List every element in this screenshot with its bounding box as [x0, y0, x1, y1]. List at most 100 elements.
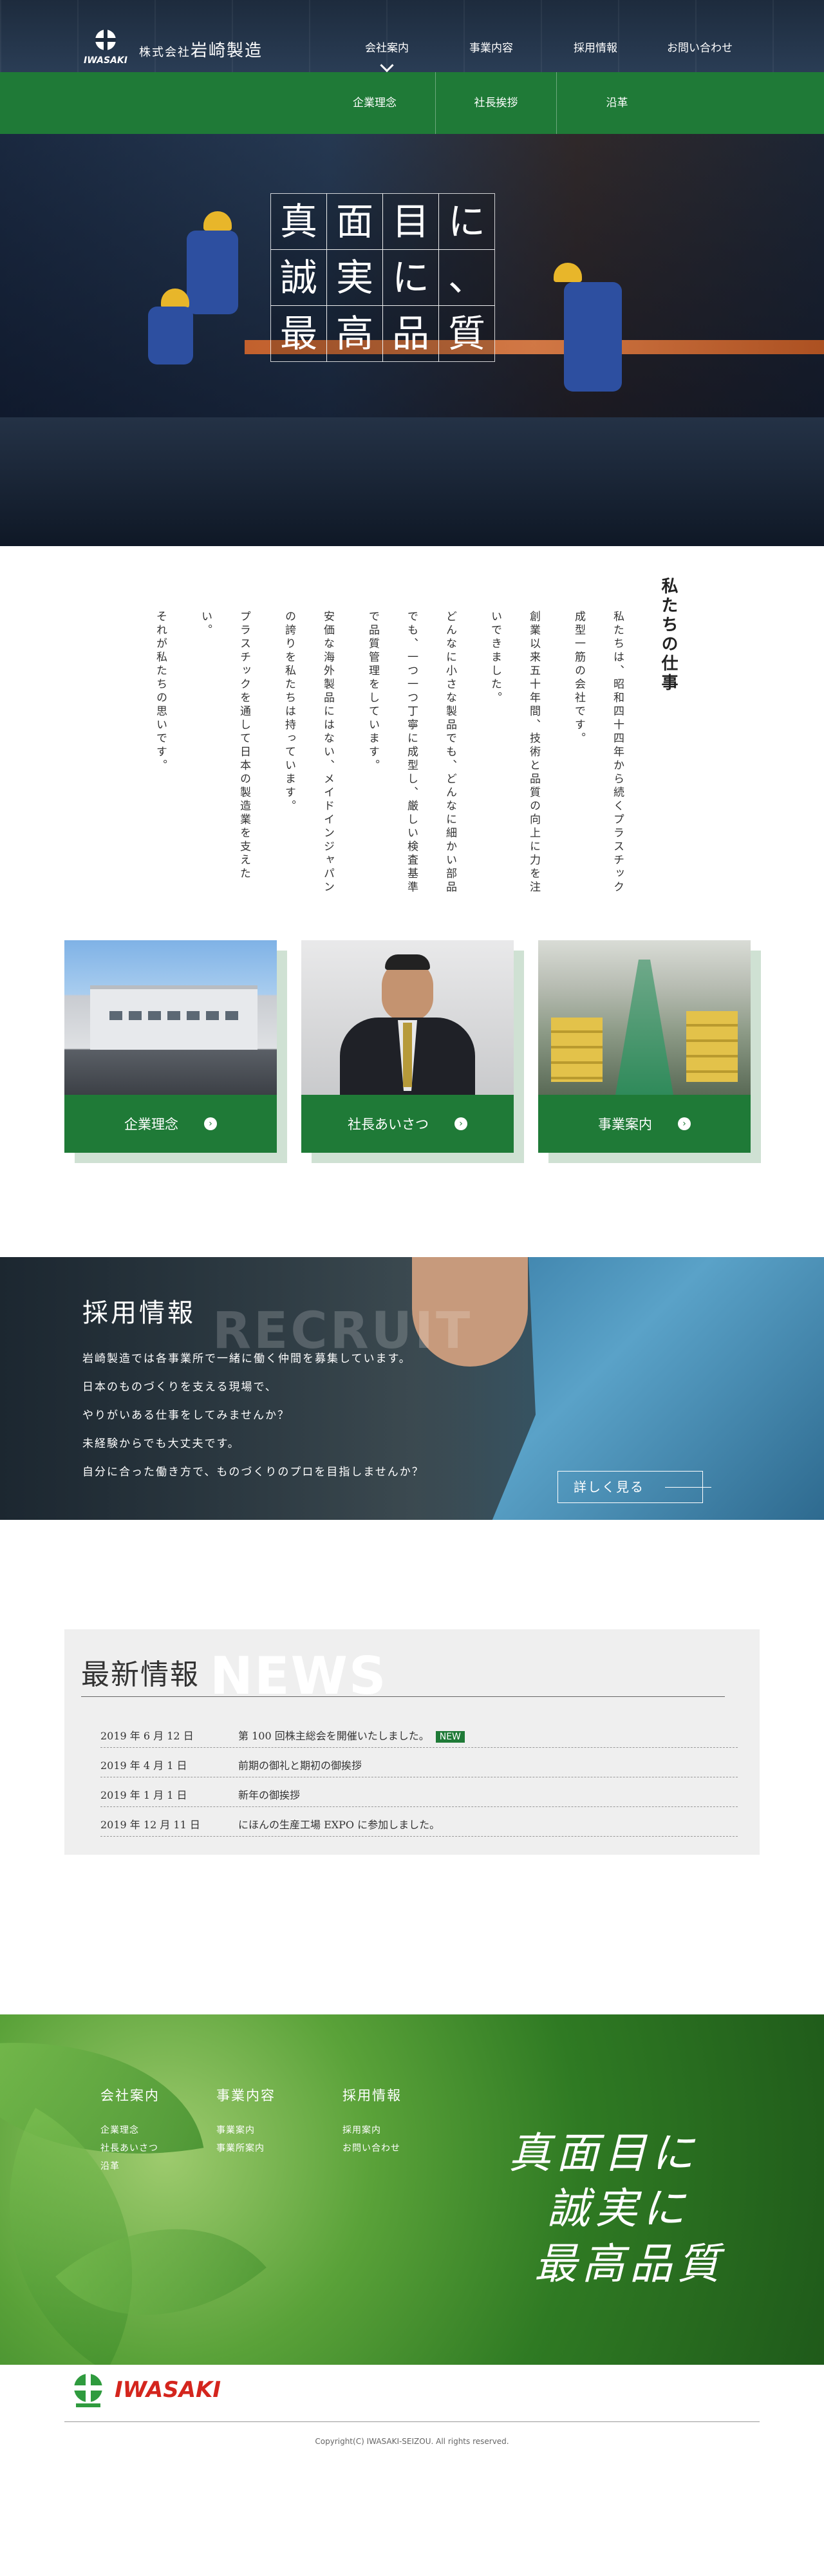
footer-logo-text: IWASAKI — [115, 2377, 221, 2403]
footer-link[interactable]: お問い合わせ — [342, 2139, 402, 2157]
news-item[interactable]: 2019 年 1 月 1 日 新年の御挨拶 — [100, 1777, 738, 1807]
company-subnav: 企業理念 社長挨拶 沿革 — [0, 72, 824, 134]
header: IWASAKI 株式会社岩崎製造 会社案内 事業内容 採用情報 お問い合わせ — [0, 0, 824, 72]
hero-char: に — [438, 193, 495, 250]
recruit-line: 未経験からでも大丈夫です。 — [82, 1437, 240, 1450]
footer-link[interactable]: 沿革 — [100, 2157, 160, 2175]
president-image — [301, 940, 514, 1095]
footer-link[interactable]: 事業所案内 — [216, 2139, 276, 2157]
logo-mark-icon — [74, 2372, 102, 2407]
arrow-circle-icon: › — [678, 1117, 691, 1130]
news-item[interactable]: 2019 年 12 月 11 日 にほんの生産工場 EXPO に参加しました。 — [100, 1807, 738, 1837]
news-date: 2019 年 4 月 1 日 — [100, 1759, 187, 1772]
nav-recruit[interactable]: 採用情報 — [543, 39, 648, 55]
card-label: 企業理念 — [124, 1117, 178, 1132]
news-text: 前期の御礼と期初の御挨拶 — [238, 1759, 362, 1772]
copyright: Copyright(C) IWASAKI-SEIZOU. All rights … — [315, 2437, 509, 2446]
recruit-line: 日本のものづくりを支える現場で、 — [82, 1381, 277, 1394]
work-text-line: の誇りを私たちは持っています。 — [283, 611, 295, 813]
recruit-text: 岩崎製造では各事業所で一緒に働く仲間を募集しています。 日本のものづくりを支える… — [82, 1345, 424, 1486]
footer-handwriting-line: 誠実に — [547, 2184, 690, 2233]
hero-char: 実 — [326, 249, 383, 306]
footer-divider — [64, 2421, 760, 2422]
recruit-more-button[interactable]: 詳しく見る — [557, 1471, 711, 1503]
footer-banner — [0, 2014, 824, 2365]
footer-col-company: 会社案内 企業理念 社長あいさつ 沿革 — [100, 2085, 160, 2175]
arrow-circle-icon: › — [204, 1117, 217, 1130]
recruit-line: 岩崎製造では各事業所で一緒に働く仲間を募集しています。 — [82, 1352, 411, 1365]
nav-business[interactable]: 事業内容 — [439, 39, 543, 55]
footer-handwriting-line: 最高品質 — [534, 2239, 725, 2289]
news-item[interactable]: 2019 年 4 月 1 日 前期の御礼と期初の御挨拶 — [100, 1748, 738, 1777]
work-text-line: い。 — [199, 611, 212, 638]
work-text-line: でも、一つ一つ丁寧に成型し、厳しい検査基準 — [405, 611, 418, 895]
hero-char: 質 — [438, 305, 495, 362]
nav-company[interactable]: 会社案内 — [335, 39, 439, 55]
news-date: 2019 年 1 月 1 日 — [100, 1789, 187, 1801]
news-text: 新年の御挨拶 — [238, 1789, 301, 1801]
card-greeting[interactable]: 社長あいさつ › — [301, 940, 524, 1163]
news-list: 2019 年 6 月 12 日 第 100 回株主総会を開催いたしました。 NEW… — [100, 1718, 738, 1837]
hero-floor — [0, 417, 824, 546]
footer-logo[interactable]: IWASAKI — [68, 2370, 221, 2410]
card-business[interactable]: 事業案内 › — [538, 940, 761, 1163]
factory-floor-image — [538, 940, 751, 1095]
hero-catchcopy: 真 面 目 に 誠 実 に 、 最 高 品 質 — [270, 193, 495, 362]
recruit-line: やりがいある仕事をしてみませんか？ — [82, 1409, 290, 1422]
work-text-line: 安価な海外製品にはない、メイドインジャパン — [321, 611, 334, 895]
hero-char: 面 — [326, 193, 383, 250]
work-title: 私たちの仕事 — [659, 577, 678, 693]
factory-image — [64, 940, 277, 1095]
subnav-philosophy[interactable]: 企業理念 — [314, 72, 435, 134]
work-text-line: 創業以来五十年間、技術と品質の向上に力を注 — [527, 611, 540, 895]
hero-char: 誠 — [270, 249, 327, 306]
work-text-line: 成型一筋の会社です。 — [572, 611, 585, 746]
hero-char: 最 — [270, 305, 327, 362]
work-text-line: どんなに小さな製品でも、どんなに細かい部品 — [444, 611, 456, 895]
nav-contact[interactable]: お問い合わせ — [648, 39, 752, 55]
work-text-line: 私たちは、昭和四十四年から続くプラスチック — [611, 611, 624, 895]
footer-col-business: 事業内容 事業案内 事業所案内 — [216, 2085, 276, 2157]
hero-char: 高 — [326, 305, 383, 362]
news-text: 第 100 回株主総会を開催いたしました。 — [238, 1730, 429, 1742]
subnav-greeting[interactable]: 社長挨拶 — [435, 72, 556, 134]
subnav-history[interactable]: 沿革 — [556, 72, 677, 134]
card-label: 事業案内 — [598, 1117, 652, 1132]
recruit-title: 採用情報 — [82, 1298, 196, 1328]
news-section: NEWS 最新情報 2019 年 6 月 12 日 第 100 回株主総会を開催… — [64, 1629, 760, 1855]
footer-link[interactable]: 事業案内 — [216, 2121, 276, 2139]
footer-link[interactable]: 社長あいさつ — [100, 2139, 160, 2157]
company-name-text: 岩崎製造 — [191, 41, 263, 61]
news-date: 2019 年 6 月 12 日 — [100, 1730, 194, 1742]
footer-col-title[interactable]: 事業内容 — [216, 2085, 276, 2105]
card-label: 社長あいさつ — [348, 1117, 429, 1132]
news-item[interactable]: 2019 年 6 月 12 日 第 100 回株主総会を開催いたしました。 NEW — [100, 1718, 738, 1748]
recruit-line: 自分に合った働き方で、ものづくりのプロを目指しませんか？ — [82, 1466, 424, 1479]
footer-link[interactable]: 採用案内 — [342, 2121, 402, 2139]
company-logo-icon[interactable]: IWASAKI — [79, 26, 133, 66]
logo-text: IWASAKI — [84, 55, 127, 66]
work-text-line: プラスチックを通して日本の製造業を支えた — [238, 611, 250, 881]
work-text-line: いできました。 — [489, 611, 501, 705]
global-nav: 会社案内 事業内容 採用情報 お問い合わせ — [335, 39, 752, 55]
work-text-line: で品質管理をしています。 — [366, 611, 379, 773]
news-date: 2019 年 12 月 11 日 — [100, 1819, 200, 1831]
hero-char: 目 — [382, 193, 439, 250]
footer-handwriting-line: 真面目に — [509, 2128, 699, 2178]
footer-col-title[interactable]: 採用情報 — [342, 2085, 402, 2105]
arrow-circle-icon: › — [454, 1117, 467, 1130]
hero-char: 、 — [438, 249, 495, 306]
hero-char: に — [382, 249, 439, 306]
recruit-banner: RECRUIT 採用情報 岩崎製造では各事業所で一緒に働く仲間を募集しています。… — [0, 1257, 824, 1520]
news-bg-word: NEWS — [210, 1646, 388, 1706]
hero-char: 真 — [270, 193, 327, 250]
company-name[interactable]: 株式会社岩崎製造 — [139, 37, 263, 61]
new-badge: NEW — [435, 1731, 465, 1743]
company-prefix: 株式会社 — [139, 46, 191, 59]
card-philosophy[interactable]: 企業理念 › — [64, 940, 287, 1163]
news-text: にほんの生産工場 EXPO に参加しました。 — [238, 1819, 440, 1831]
news-title: 最新情報 — [81, 1658, 200, 1691]
hero-char: 品 — [382, 305, 439, 362]
footer-link[interactable]: 企業理念 — [100, 2121, 160, 2139]
footer-col-title[interactable]: 会社案内 — [100, 2085, 160, 2105]
